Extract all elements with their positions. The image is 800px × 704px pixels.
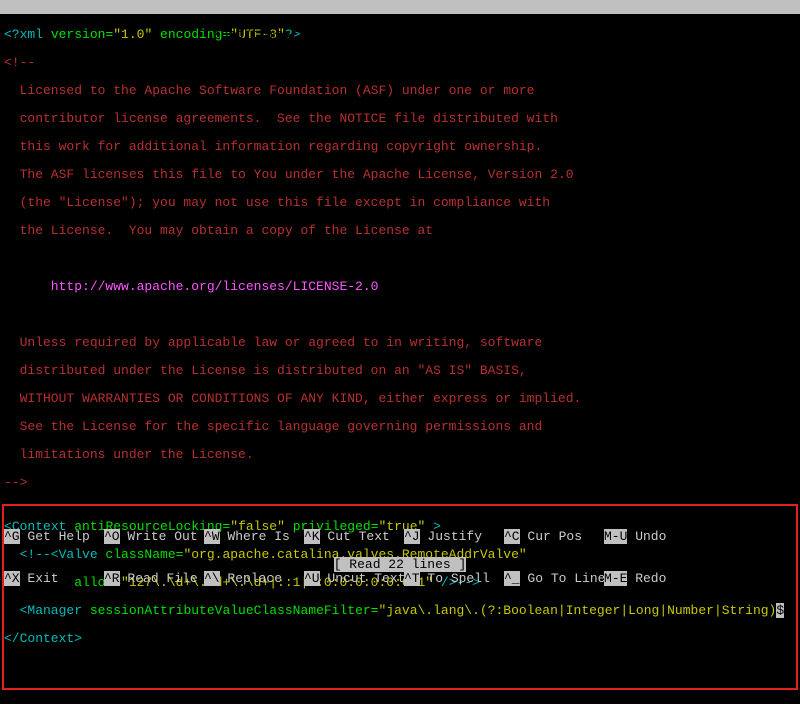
context-close: </Context> xyxy=(4,632,796,646)
license-l10: See the License for the specific languag… xyxy=(4,420,796,434)
app-name: GNU nano 3.2 xyxy=(4,14,113,28)
shortcut-item[interactable]: ^C Cur Pos xyxy=(504,530,604,544)
comment-close: --> xyxy=(4,476,796,490)
file-path: /opt/tomcat/webapps/manager/META-INF///c… xyxy=(213,27,603,42)
license-l1: Licensed to the Apache Software Foundati… xyxy=(4,84,796,98)
shortcut-key: ^G xyxy=(4,529,20,544)
shortcut-item[interactable]: ^K Cut Text xyxy=(304,530,404,544)
shortcut-key: ^W xyxy=(204,529,220,544)
shortcut-label: Replace xyxy=(220,571,282,586)
license-l5: (the "License"); you may not use this fi… xyxy=(4,196,796,210)
shortcut-item[interactable]: ^U Uncut Text xyxy=(304,572,404,586)
shortcut-label: Write Out xyxy=(120,529,198,544)
blank-line xyxy=(4,308,796,322)
shortcut-item[interactable]: ^J Justify xyxy=(404,530,504,544)
shortcut-label: Exit xyxy=(20,571,59,586)
shortcut-key: ^K xyxy=(304,529,320,544)
shortcut-item[interactable]: ^\ Replace xyxy=(204,572,304,586)
shortcut-item[interactable]: M-E Redo xyxy=(604,572,704,586)
shortcut-label: Justify xyxy=(420,529,482,544)
license-url: http://www.apache.org/licenses/LICENSE-2… xyxy=(4,280,796,294)
shortcut-item[interactable]: ^G Get Help xyxy=(4,530,104,544)
license-l3: this work for additional information reg… xyxy=(4,140,796,154)
shortcut-label: Redo xyxy=(627,571,666,586)
shortcut-label: Uncut Text xyxy=(320,571,406,586)
shortcut-label: Cur Pos xyxy=(520,529,582,544)
shortcut-label: Go To Line xyxy=(520,571,606,586)
shortcut-item[interactable]: M-U Undo xyxy=(604,530,704,544)
editor-area[interactable]: <?xml version="1.0" encoding="UTF-8"?> <… xyxy=(0,14,800,704)
shortcut-row-2: ^X Exit^R Read File^\ Replace^U Uncut Te… xyxy=(4,572,796,586)
license-l7: Unless required by applicable law or agr… xyxy=(4,336,796,350)
shortcut-label: Cut Text xyxy=(320,529,390,544)
title-bar: GNU nano 3.2 /opt/tomcat/webapps/manager… xyxy=(0,0,800,14)
shortcut-key: ^\ xyxy=(204,571,220,586)
shortcut-label: Undo xyxy=(627,529,666,544)
shortcut-label: To Spell xyxy=(420,571,490,586)
shortcut-key: ^R xyxy=(104,571,120,586)
shortcut-row-1: ^G Get Help^O Write Out^W Where Is^K Cut… xyxy=(4,530,796,544)
shortcut-label: Read File xyxy=(120,571,198,586)
shortcut-key: ^X xyxy=(4,571,20,586)
shortcut-label: Where Is xyxy=(220,529,290,544)
license-l8: distributed under the License is distrib… xyxy=(4,364,796,378)
manager-line: <Manager sessionAttributeValueClassNameF… xyxy=(4,604,796,618)
license-l4: The ASF licenses this file to You under … xyxy=(4,168,796,182)
shortcut-item[interactable]: ^O Write Out xyxy=(104,530,204,544)
shortcut-key: ^C xyxy=(504,529,520,544)
license-l11: limitations under the License. xyxy=(4,448,796,462)
blank-line xyxy=(4,252,796,266)
shortcut-item[interactable]: ^T To Spell xyxy=(404,572,504,586)
license-l6: the License. You may obtain a copy of th… xyxy=(4,224,796,238)
shortcut-key: M-U xyxy=(604,529,627,544)
shortcut-key: ^O xyxy=(104,529,120,544)
shortcut-key: ^_ xyxy=(504,571,520,586)
shortcut-item[interactable]: ^R Read File xyxy=(104,572,204,586)
license-l2: contributor license agreements. See the … xyxy=(4,112,796,126)
shortcut-key: ^T xyxy=(404,571,420,586)
shortcut-key: M-E xyxy=(604,571,627,586)
shortcut-item[interactable]: ^W Where Is xyxy=(204,530,304,544)
shortcut-key: ^J xyxy=(404,529,420,544)
license-l9: WITHOUT WARRANTIES OR CONDITIONS OF ANY … xyxy=(4,392,796,406)
shortcut-label: Get Help xyxy=(20,529,90,544)
shortcut-item[interactable]: ^X Exit xyxy=(4,572,104,586)
shortcut-item[interactable]: ^_ Go To Line xyxy=(504,572,604,586)
shortcut-bar: ^G Get Help^O Write Out^W Where Is^K Cut… xyxy=(0,502,800,600)
blank-line xyxy=(4,660,796,674)
comment-open: <!-- xyxy=(4,56,796,70)
shortcut-key: ^U xyxy=(304,571,320,586)
